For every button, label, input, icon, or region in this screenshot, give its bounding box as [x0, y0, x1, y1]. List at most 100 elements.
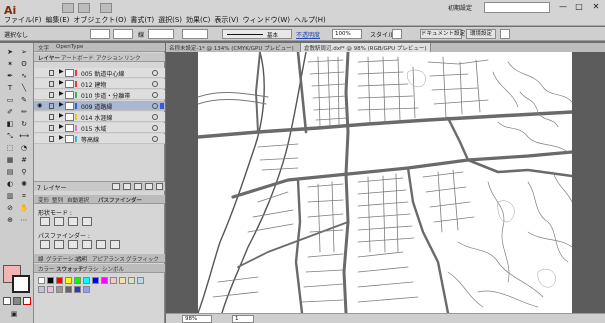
zoom-level-field[interactable]: 98%: [182, 315, 212, 323]
hand-tool-icon[interactable]: ✋: [18, 203, 30, 213]
blend-tool-icon[interactable]: ◐: [4, 179, 16, 189]
style-picker[interactable]: [392, 29, 402, 39]
tab-opentype[interactable]: OpenType: [56, 44, 83, 50]
tab-character[interactable]: 文字: [38, 44, 49, 52]
stroke-color-picker[interactable]: [113, 29, 133, 39]
layer-row[interactable]: ▶ 012 建物: [34, 79, 165, 89]
layer-name[interactable]: 等高線: [81, 135, 99, 144]
target-icon[interactable]: [152, 136, 158, 142]
symbol-sprayer-icon[interactable]: ✺: [18, 179, 30, 189]
layer-row[interactable]: ▶ 015 水域: [34, 123, 165, 133]
layer-row[interactable]: ▶ 014 水涯線: [34, 112, 165, 122]
tab-brushes[interactable]: ブラシ: [82, 265, 98, 273]
shaper-tool-icon[interactable]: ✐: [4, 107, 16, 117]
gradient-mode-icon[interactable]: [13, 297, 21, 305]
line-tool-icon[interactable]: ╲: [18, 83, 30, 93]
layer-name[interactable]: 015 水域: [81, 124, 106, 133]
color-swatch[interactable]: [101, 277, 108, 284]
zoom-tool-icon[interactable]: ⊕: [4, 215, 16, 225]
slice-tool-icon[interactable]: ⊘: [4, 203, 16, 213]
color-swatch[interactable]: [47, 286, 54, 293]
width-tool-icon[interactable]: ⟷: [18, 131, 30, 141]
layer-row[interactable]: ▶ 等高線: [34, 134, 165, 144]
direct-selection-icon[interactable]: ➢: [18, 47, 30, 57]
stroke-weight-field[interactable]: [148, 29, 174, 39]
menu-type[interactable]: 書式(T): [130, 15, 154, 25]
lock-icon[interactable]: [49, 136, 54, 142]
new-sublayer-icon[interactable]: [134, 183, 142, 190]
color-swatch[interactable]: [47, 277, 54, 284]
target-icon[interactable]: [152, 70, 158, 76]
tab-symbols[interactable]: シンボル: [102, 265, 124, 273]
expand-arrow-icon[interactable]: ▶: [59, 79, 64, 86]
expand-arrow-icon[interactable]: ▶: [59, 134, 64, 141]
tab-swatches[interactable]: スウォッチ: [56, 265, 84, 273]
mesh-tool-icon[interactable]: #: [18, 155, 30, 165]
menu-window[interactable]: ウィンドウ(W): [243, 15, 290, 25]
color-swatch[interactable]: [38, 277, 45, 284]
opacity-field[interactable]: 100%: [332, 29, 362, 39]
color-swatch[interactable]: [110, 277, 117, 284]
layer-name[interactable]: 009 道路縁: [81, 102, 112, 111]
variable-width-field[interactable]: [182, 29, 208, 39]
target-icon[interactable]: [152, 103, 158, 109]
layer-name[interactable]: 005 軌道中心線: [81, 69, 124, 78]
none-mode-icon[interactable]: [23, 297, 31, 305]
tab-artboards[interactable]: アートボード: [61, 54, 94, 62]
type-tool-icon[interactable]: T: [4, 83, 16, 93]
tab-links[interactable]: リンク: [124, 54, 141, 62]
expand-arrow-icon[interactable]: ▶: [59, 123, 64, 130]
fill-color-picker[interactable]: [90, 29, 110, 39]
bridge-icon[interactable]: [62, 3, 74, 13]
perspective-grid-icon[interactable]: ▦: [4, 155, 16, 165]
pencil-icon[interactable]: ✏: [18, 107, 30, 117]
artboard-number-field[interactable]: 1: [232, 315, 254, 323]
color-swatch[interactable]: [83, 286, 90, 293]
expand-arrow-icon[interactable]: ▶: [59, 101, 64, 108]
trim-icon[interactable]: [54, 240, 64, 249]
minus-back-icon[interactable]: [110, 240, 120, 249]
intersect-icon[interactable]: [68, 217, 78, 226]
layer-name[interactable]: 010 歩道・分離帯: [81, 91, 130, 100]
lock-icon[interactable]: [49, 70, 54, 76]
color-swatch[interactable]: [74, 286, 81, 293]
gpu-performance-icon[interactable]: [100, 3, 112, 13]
outline-icon[interactable]: [96, 240, 106, 249]
scale-tool-icon[interactable]: ⤡: [4, 131, 16, 141]
color-swatch[interactable]: [65, 286, 72, 293]
paintbrush-icon[interactable]: ✎: [18, 95, 30, 105]
layer-row[interactable]: ▶ 010 歩道・分離帯: [34, 90, 165, 100]
street-map-artwork[interactable]: [198, 52, 572, 313]
document-setup-button[interactable]: ドキュメント設定: [420, 29, 465, 39]
color-swatch[interactable]: [74, 277, 81, 284]
tab-pathfinder[interactable]: パスファインダー: [98, 196, 142, 204]
artboard-tool-icon[interactable]: ⌗: [18, 191, 30, 201]
document-tab-active[interactable]: 倉敷駅周辺.dxf* @ 98% (RGB/GPU プレビュー): [301, 43, 431, 52]
menu-file[interactable]: ファイル(F): [4, 15, 42, 25]
rotate-tool-icon[interactable]: ↻: [18, 119, 30, 129]
tab-align[interactable]: 整列: [52, 196, 63, 204]
tab-color[interactable]: カラー: [38, 265, 55, 273]
close-button[interactable]: ✕: [589, 1, 603, 13]
opacity-link[interactable]: 不透明度: [296, 30, 320, 39]
screen-mode-icon[interactable]: ▣: [8, 309, 20, 319]
pen-tool-icon[interactable]: ✒: [4, 71, 16, 81]
color-mode-icon[interactable]: [3, 297, 11, 305]
minimize-button[interactable]: —: [556, 1, 570, 13]
visibility-eye-icon[interactable]: ◉: [37, 102, 42, 109]
eyedropper-icon[interactable]: ⚲: [18, 167, 30, 177]
free-transform-icon[interactable]: ⬚: [4, 143, 16, 153]
magic-wand-icon[interactable]: ✶: [4, 59, 16, 69]
brush-definition-select[interactable]: 基本: [222, 29, 292, 39]
maximize-button[interactable]: □: [572, 1, 586, 13]
unite-icon[interactable]: [40, 217, 50, 226]
tab-graphic-styles[interactable]: グラフィック: [126, 255, 159, 263]
rectangle-tool-icon[interactable]: ▭: [4, 95, 16, 105]
tab-appearance[interactable]: アピアランス: [92, 255, 125, 263]
color-swatch[interactable]: [119, 277, 126, 284]
menu-object[interactable]: オブジェクト(O): [73, 15, 126, 25]
color-swatch[interactable]: [56, 286, 63, 293]
layer-name[interactable]: 012 建物: [81, 80, 106, 89]
color-swatch[interactable]: [56, 277, 63, 284]
tab-transform[interactable]: 変形: [38, 196, 49, 204]
